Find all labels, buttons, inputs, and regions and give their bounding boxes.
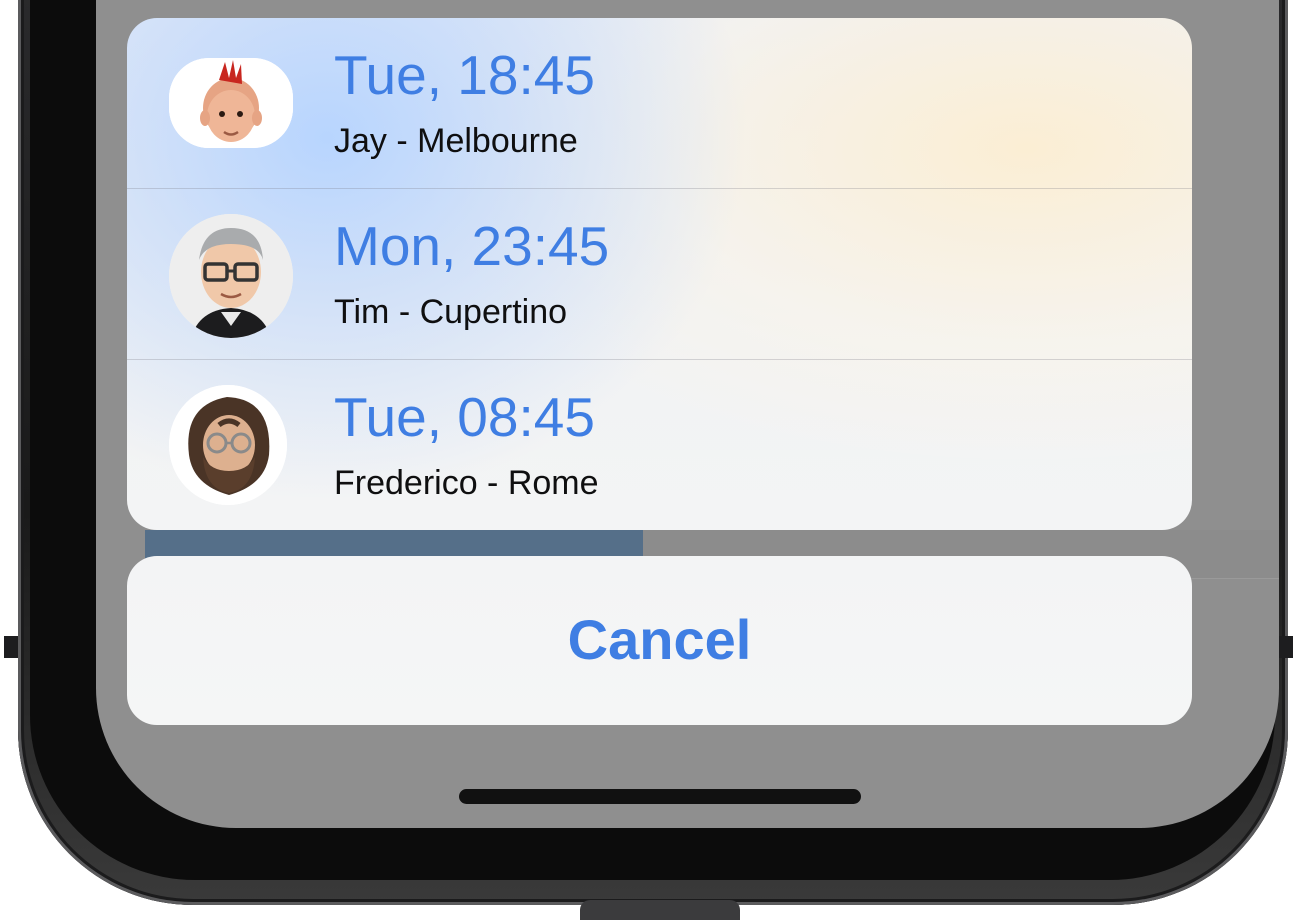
row-time: Tue, 08:45 — [334, 386, 595, 448]
row-time: Tue, 18:45 — [334, 44, 595, 106]
avatar-memoji-beard-glasses-icon — [169, 385, 287, 505]
home-indicator[interactable] — [459, 789, 861, 804]
lightning-port — [580, 900, 740, 920]
side-button-left — [4, 636, 18, 658]
avatar-memoji-grey-hair-glasses-icon — [169, 214, 293, 338]
row-time: Mon, 23:45 — [334, 215, 610, 277]
side-button-right — [1279, 636, 1293, 658]
action-row-frederico[interactable]: Tue, 08:45 Frederico - Rome — [127, 360, 1192, 530]
row-subtitle: Frederico - Rome — [334, 464, 599, 502]
cancel-label: Cancel — [567, 608, 752, 671]
memoji-grey-hair-glasses-icon — [169, 214, 293, 338]
cancel-button[interactable]: Cancel — [127, 556, 1192, 725]
action-row-jay[interactable]: Tue, 18:45 Jay - Melbourne — [127, 18, 1192, 189]
action-row-tim[interactable]: Mon, 23:45 Tim - Cupertino — [127, 189, 1192, 360]
avatar-memoji-red-mohawk-icon — [169, 58, 293, 148]
row-subtitle: Jay - Melbourne — [334, 122, 578, 160]
row-subtitle: Tim - Cupertino — [334, 293, 568, 331]
memoji-red-mohawk-icon — [169, 58, 293, 148]
action-sheet: Tue, 18:45 Jay - Melbourne Mon, 23:45 Ti… — [127, 18, 1192, 530]
memoji-beard-glasses-icon — [169, 385, 287, 505]
device-stage: Tue, 18:45 Jay - Melbourne Mon, 23:45 Ti… — [0, 0, 1295, 924]
